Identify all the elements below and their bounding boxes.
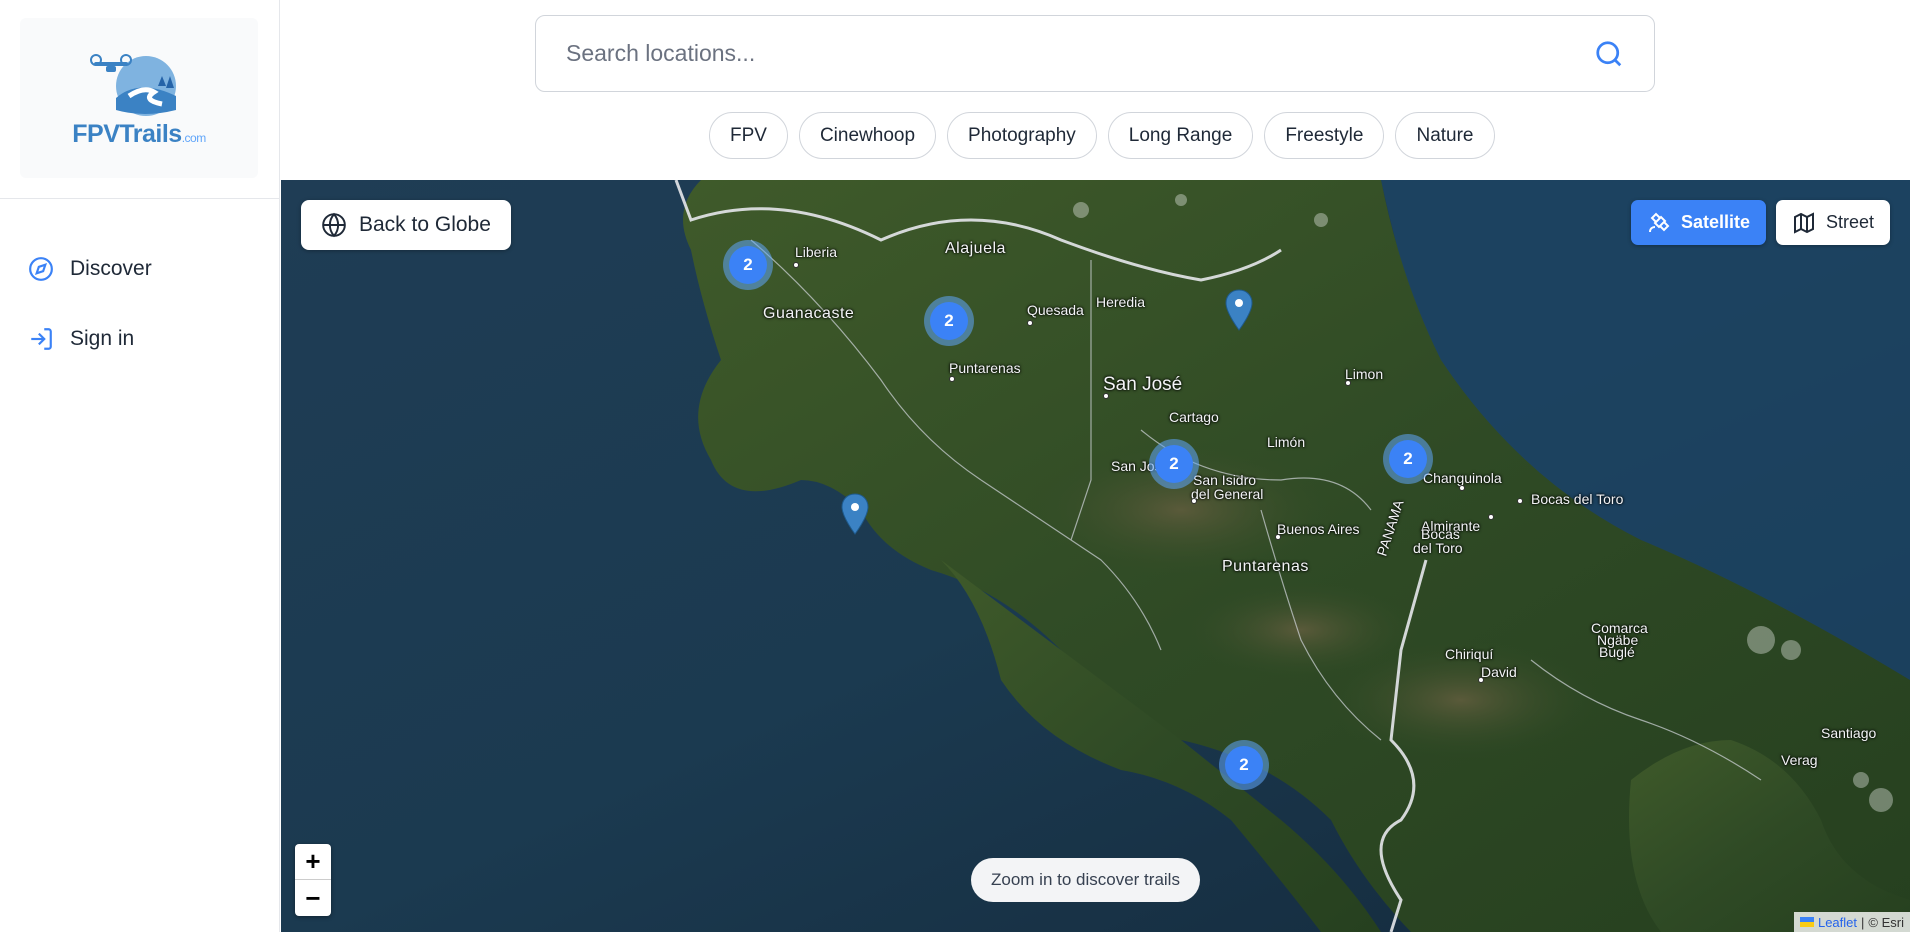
city-dot (1191, 498, 1197, 504)
zoom-out-button[interactable]: − (295, 880, 331, 916)
place-label: Limon (1345, 366, 1384, 382)
satellite-tiles[interactable] (281, 180, 1910, 932)
place-label: David (1481, 664, 1517, 680)
place-label: Changuinola (1423, 470, 1502, 486)
street-label: Street (1825, 212, 1874, 232)
place-label: San José (1103, 374, 1183, 395)
zoom-control: + − (295, 844, 331, 916)
place-label: Buenos Aires (1277, 521, 1360, 537)
sidebar-item-sign-in[interactable]: Sign in (28, 322, 152, 356)
filter-chip-freestyle[interactable]: Freestyle (1264, 112, 1385, 159)
street-layer-button[interactable]: Street (1775, 200, 1890, 245)
place-label: Limón (1267, 434, 1306, 450)
cluster-count: 2 (1225, 746, 1263, 784)
city-dot (1345, 380, 1351, 386)
place-label: Bocas del Toro (1531, 491, 1624, 507)
layer-toggle: Satellite Street (1630, 200, 1890, 245)
search-bar (535, 15, 1655, 92)
place-label: del Toro (1413, 540, 1463, 556)
cluster-count: 2 (1389, 440, 1427, 478)
city-dot (1027, 320, 1033, 326)
trail-cluster[interactable]: 2 (1149, 439, 1199, 489)
search-icon[interactable] (1594, 39, 1624, 69)
satellite-layer-button[interactable]: Satellite (1630, 200, 1766, 245)
place-label: Verag (1781, 752, 1818, 768)
filter-chip-nature[interactable]: Nature (1395, 112, 1495, 159)
cluster-count: 2 (930, 302, 968, 340)
filter-chips: FPV Cinewhoop Photography Long Range Fre… (709, 112, 1495, 159)
filter-chip-photography[interactable]: Photography (947, 112, 1097, 159)
cluster-count: 2 (729, 246, 767, 284)
ukraine-flag-icon (1799, 917, 1814, 927)
city-dot (1478, 677, 1484, 683)
place-label: Alajuela (945, 240, 1006, 257)
place-label: Puntarenas (1222, 558, 1309, 575)
map-icon (1793, 211, 1814, 234)
place-label: Chiriquí (1445, 646, 1494, 662)
brand-suffix: .com (181, 130, 207, 145)
back-to-globe-button[interactable]: Back to Globe (301, 200, 511, 250)
esri-attribution: © Esri (1868, 914, 1904, 930)
sidebar-nav: Discover Sign in (28, 252, 152, 392)
drone-logo-icon (90, 53, 176, 116)
place-label: Guanacaste (763, 305, 855, 322)
filter-chip-long-range[interactable]: Long Range (1107, 112, 1254, 159)
trail-cluster[interactable]: 2 (1219, 740, 1269, 790)
zoom-in-button[interactable]: + (295, 844, 331, 880)
sidebar-item-discover[interactable]: Discover (28, 252, 152, 286)
place-label: Quesada (1027, 302, 1084, 318)
leaflet-link[interactable]: Leaflet (1818, 915, 1857, 930)
back-to-globe-label: Back to Globe (359, 213, 491, 236)
trail-cluster[interactable]: 2 (1383, 434, 1433, 484)
satellite-icon (1648, 212, 1670, 232)
place-label: Liberia (795, 244, 838, 260)
logo[interactable]: FPVTrails.com (20, 18, 258, 178)
trail-cluster[interactable]: 2 (723, 240, 773, 290)
map-attribution: Leaflet | © Esri (1793, 912, 1910, 932)
filter-chip-fpv[interactable]: FPV (709, 112, 788, 159)
place-label: Puntarenas (949, 360, 1021, 376)
sign-in-icon (31, 328, 52, 350)
place-label: del General (1191, 486, 1264, 502)
sidebar-divider (0, 198, 280, 199)
trail-cluster[interactable]: 2 (924, 296, 974, 346)
attribution-separator: | (1861, 914, 1865, 930)
city-dot (1275, 534, 1281, 540)
globe-icon (322, 212, 346, 238)
city-dot (1517, 498, 1523, 504)
city-dot (1459, 485, 1465, 491)
place-label: Santiago (1821, 725, 1877, 741)
search-input[interactable] (566, 40, 1594, 67)
sidebar-item-label: Discover (70, 257, 152, 280)
brand-name: FPVTrails (72, 119, 182, 148)
city-dot (949, 376, 955, 382)
trail-pin-icon[interactable] (1223, 288, 1255, 332)
sidebar: FPVTrails.com Discover Sign in (0, 0, 280, 932)
zoom-hint: Zoom in to discover trails (971, 858, 1200, 902)
city-dot (1103, 393, 1109, 399)
map-view[interactable]: Liberia Alajuela Guanacaste Quesada Here… (281, 180, 1910, 932)
trail-pin-icon[interactable] (839, 492, 871, 536)
city-dot (793, 262, 799, 268)
filter-chip-cinewhoop[interactable]: Cinewhoop (798, 112, 937, 159)
city-dot (1488, 514, 1494, 520)
satellite-label: Satellite (1680, 212, 1750, 232)
sidebar-item-label: Sign in (70, 327, 135, 350)
compass-icon (29, 257, 53, 281)
header: FPV Cinewhoop Photography Long Range Fre… (281, 0, 1910, 180)
cluster-count: 2 (1155, 445, 1193, 483)
place-label: Buglé (1599, 644, 1635, 660)
place-label: Heredia (1096, 294, 1146, 310)
place-label: Cartago (1169, 409, 1219, 425)
